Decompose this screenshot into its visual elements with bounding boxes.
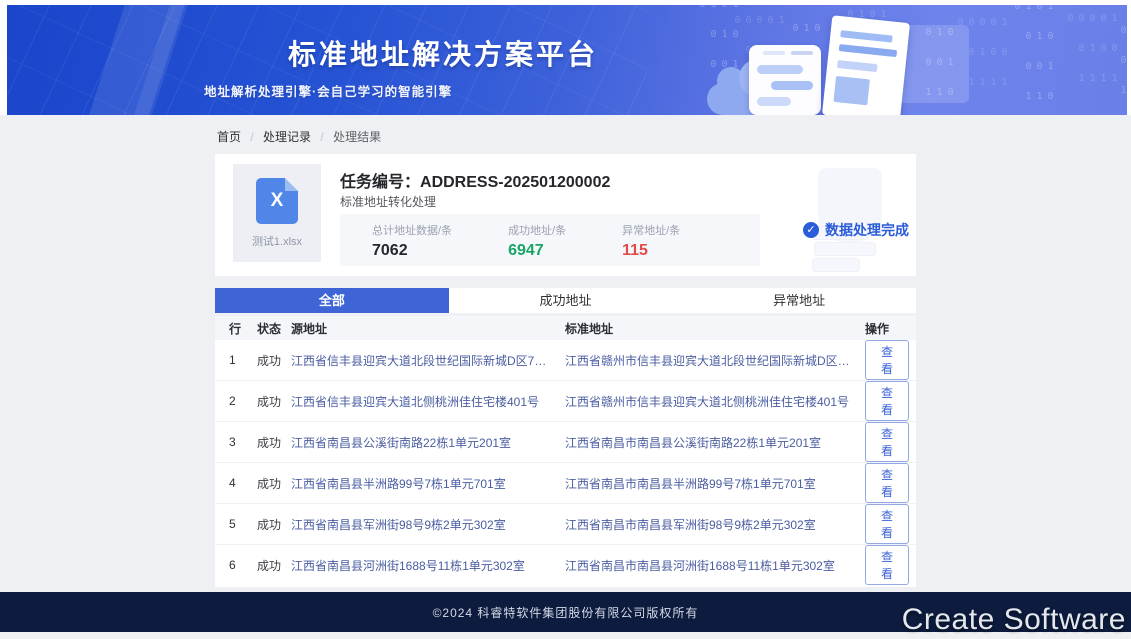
standard-address: 江西省南昌市南昌县河洲街1688号11栋1单元302室 [565, 557, 865, 574]
source-address: 江西省南昌县军洲街98号9栋2单元302室 [291, 516, 565, 533]
row-index: 4 [229, 476, 257, 490]
stat-error-value: 115 [622, 242, 680, 260]
create-software-watermark: Create Software [902, 603, 1126, 637]
results-table: 行 状态 源地址 标准地址 操作 1 成功 江西省信丰县迎宾大道北段世纪国际新城… [215, 316, 916, 587]
breadcrumb-records[interactable]: 处理记录 [263, 130, 311, 144]
row-index: 2 [229, 394, 257, 408]
card-background-decoration [812, 168, 898, 268]
row-status: 成功 [257, 516, 291, 533]
standard-address: 江西省南昌市南昌县军洲街98号9栋2单元302室 [565, 516, 865, 533]
stat-error-label: 异常地址/条 [622, 222, 680, 238]
main-content: 首页 / 处理记录 / 处理结果 X 测试1.xlsx 任务编号：ADDRESS… [0, 115, 1131, 592]
stats-panel: 总计地址数据/条 7062 成功地址/条 6947 异常地址/条 115 [340, 214, 760, 266]
stat-total-label: 总计地址数据/条 [372, 222, 452, 238]
stat-success-label: 成功地址/条 [508, 222, 566, 238]
tab-all[interactable]: 全部 [215, 288, 449, 313]
header-source-col: 源地址 [291, 320, 565, 337]
stat-total: 总计地址数据/条 7062 [372, 222, 452, 266]
row-index: 3 [229, 435, 257, 449]
document-line-decoration [839, 44, 897, 57]
breadcrumb-home[interactable]: 首页 [217, 130, 241, 144]
tab-error-addresses[interactable]: 异常地址 [682, 288, 916, 313]
view-button[interactable]: 查看 [865, 381, 909, 421]
binary-rain-decoration [1012, 5, 1056, 115]
document-illustration [822, 15, 910, 115]
breadcrumb-separator: / [250, 130, 253, 144]
page-title: 标准地址解决方案平台 [288, 33, 598, 73]
header-banner: 标准地址解决方案平台 地址解析处理引擎·会自己学习的智能引擎 [7, 5, 1127, 115]
source-address: 江西省南昌县半洲路99号7栋1单元701室 [291, 475, 565, 492]
uploaded-file-tile: X 测试1.xlsx [233, 164, 321, 262]
task-type: 标准地址转化处理 [340, 193, 436, 210]
table-row: 1 成功 江西省信丰县迎宾大道北段世纪国际新城D区7栋28号 江西省赣州市信丰县… [215, 340, 916, 381]
standard-address: 江西省赣州市信丰县迎宾大道北侧桃洲佳住宅楼401号 [565, 393, 865, 410]
document-line-decoration [837, 60, 878, 72]
view-button[interactable]: 查看 [865, 504, 909, 544]
standard-address: 江西省南昌市南昌县公溪街南路22栋1单元201室 [565, 434, 865, 451]
table-row: 4 成功 江西省南昌县半洲路99号7栋1单元701室 江西省南昌市南昌县半洲路9… [215, 463, 916, 504]
document-block-decoration [833, 76, 870, 105]
chat-bubble-decoration [757, 65, 803, 74]
row-index: 5 [229, 517, 257, 531]
row-index: 6 [229, 558, 257, 572]
table-row: 3 成功 江西省南昌县公溪街南路22栋1单元201室 江西省南昌市南昌县公溪街南… [215, 422, 916, 463]
task-number: 任务编号：ADDRESS-202501200002 [340, 168, 610, 192]
row-status: 成功 [257, 475, 291, 492]
header-status-col: 状态 [257, 320, 291, 337]
row-index: 1 [229, 353, 257, 367]
result-tabs: 全部 成功地址 异常地址 [215, 288, 916, 313]
chat-window-illustration [749, 45, 821, 115]
chat-bubble-decoration [771, 81, 813, 90]
excel-file-letter: X [271, 190, 284, 212]
view-button[interactable]: 查看 [865, 463, 909, 503]
standard-address: 江西省南昌市南昌县半洲路99号7栋1单元701室 [565, 475, 865, 492]
standard-address: 江西省赣州市信丰县迎宾大道北段世纪国际新城D区7栋28号 [565, 352, 865, 369]
header-standard-col: 标准地址 [565, 320, 865, 337]
stat-success-value: 6947 [508, 242, 566, 260]
stat-error: 异常地址/条 115 [622, 222, 680, 266]
processing-status: ✓ 数据处理完成 [803, 220, 909, 240]
server-icon [812, 258, 860, 272]
binary-rain-decoration [1107, 5, 1127, 115]
source-address: 江西省南昌县河洲街1688号11栋1单元302室 [291, 557, 565, 574]
view-button[interactable]: 查看 [865, 340, 909, 380]
task-number-label: 任务编号： [340, 174, 420, 191]
view-button[interactable]: 查看 [865, 545, 909, 585]
check-circle-icon: ✓ [803, 222, 819, 238]
copyright-text: ©2024 科睿特软件集团股份有限公司版权所有 [433, 604, 699, 621]
stat-total-value: 7062 [372, 242, 452, 260]
header-action-col: 操作 [865, 320, 902, 337]
row-status: 成功 [257, 393, 291, 410]
table-header-row: 行 状态 源地址 标准地址 操作 [215, 316, 916, 340]
row-status: 成功 [257, 434, 291, 451]
table-row: 6 成功 江西省南昌县河洲街1688号11栋1单元302室 江西省南昌市南昌县河… [215, 545, 916, 585]
excel-file-icon: X [256, 178, 298, 224]
file-name: 测试1.xlsx [252, 233, 302, 249]
page-subtitle: 地址解析处理引擎·会自己学习的智能引擎 [204, 81, 452, 100]
server-icon [814, 242, 876, 256]
row-status: 成功 [257, 352, 291, 369]
table-row: 2 成功 江西省信丰县迎宾大道北侧桃洲佳住宅楼401号 江西省赣州市信丰县迎宾大… [215, 381, 916, 422]
breadcrumb-result: 处理结果 [333, 130, 381, 144]
stat-success: 成功地址/条 6947 [508, 222, 566, 266]
view-button[interactable]: 查看 [865, 422, 909, 462]
header-row-col: 行 [229, 320, 257, 337]
source-address: 江西省南昌县公溪街南路22栋1单元201室 [291, 434, 565, 451]
tab-success-addresses[interactable]: 成功地址 [449, 288, 683, 313]
source-address: 江西省信丰县迎宾大道北侧桃洲佳住宅楼401号 [291, 393, 565, 410]
processing-status-label: 数据处理完成 [825, 220, 909, 240]
source-address: 江西省信丰县迎宾大道北段世纪国际新城D区7栋28号 [291, 352, 565, 369]
row-status: 成功 [257, 557, 291, 574]
breadcrumb: 首页 / 处理记录 / 处理结果 [215, 115, 916, 154]
table-row: 5 成功 江西省南昌县军洲街98号9栋2单元302室 江西省南昌市南昌县军洲街9… [215, 504, 916, 545]
document-line-decoration [840, 30, 892, 42]
chat-bubble-decoration [757, 97, 791, 106]
task-number-value: ADDRESS-202501200002 [420, 174, 610, 191]
breadcrumb-separator: / [320, 130, 323, 144]
task-summary-card: X 测试1.xlsx 任务编号：ADDRESS-202501200002 标准地… [215, 154, 916, 276]
